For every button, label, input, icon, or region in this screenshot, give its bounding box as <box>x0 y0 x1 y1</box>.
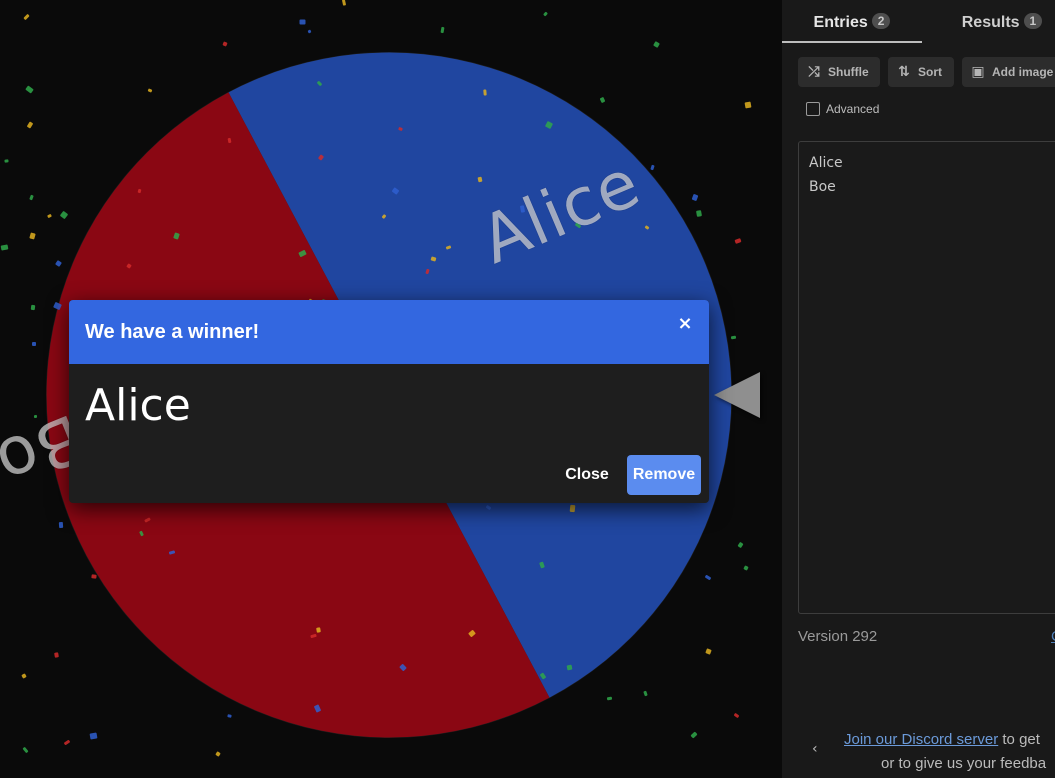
confetti-piece <box>33 414 38 419</box>
shuffle-icon: ⤮ <box>808 64 820 80</box>
tab-entries-label: Entries <box>813 14 868 31</box>
remove-button[interactable]: Remove <box>627 455 701 495</box>
image-icon: ▣ <box>971 64 985 80</box>
confetti-piece <box>566 664 573 671</box>
confetti-piece <box>91 574 97 579</box>
entries-textarea[interactable]: Alice Boe <box>798 141 1055 614</box>
entries-panel: Entries 2 Results 1 ⤮ Shuffle ⇅ Sort ▣ Add im… <box>782 0 1055 778</box>
footer-message: Join our Discord server to get <box>844 731 1040 748</box>
entry-line: Boe <box>809 179 836 195</box>
advanced-option[interactable]: Advanced <box>806 100 879 118</box>
sort-button[interactable]: ⇅ Sort <box>888 57 954 87</box>
shuffle-label: Shuffle <box>828 65 869 79</box>
advanced-checkbox[interactable] <box>806 102 820 116</box>
confetti-piece <box>569 504 576 513</box>
close-button[interactable]: Close <box>557 455 617 495</box>
changelog-link[interactable]: C <box>1051 628 1055 645</box>
footer-text-2: or to give us your feedba <box>881 755 1047 772</box>
winner-name: Alice <box>85 380 191 431</box>
confetti-piece <box>299 19 306 25</box>
confetti-piece <box>4 159 9 163</box>
footer-text-1: to get <box>998 731 1040 748</box>
winner-dialog: We have a winner! × Alice Close Remove <box>69 300 709 503</box>
confetti-piece <box>483 89 487 96</box>
sort-icon: ⇅ <box>898 64 910 80</box>
results-count-badge: 1 <box>1023 13 1043 29</box>
advanced-label: Advanced <box>826 102 880 116</box>
confetti-piece <box>31 341 37 347</box>
confetti-piece <box>54 652 59 658</box>
dialog-header: We have a winner! × <box>69 300 709 364</box>
version-text: Version 292 <box>798 628 878 645</box>
add-image-label: Add image <box>992 65 1054 79</box>
sort-label: Sort <box>918 65 942 79</box>
confetti-piece <box>58 521 64 529</box>
confetti-piece <box>227 714 232 718</box>
dialog-title: We have a winner! <box>85 321 260 343</box>
add-image-button[interactable]: ▣ Add image <box>962 57 1055 87</box>
wheel-pointer-icon <box>714 372 760 418</box>
confetti-piece <box>696 210 702 217</box>
tab-entries[interactable]: Entries 2 <box>782 0 922 43</box>
wheel-stage: Alice Boe We have a winner! × Alice Clos… <box>0 0 782 778</box>
confetti-piece <box>30 304 36 311</box>
shuffle-button[interactable]: ⤮ Shuffle <box>798 57 880 87</box>
entry-line: Alice <box>809 155 843 171</box>
confetti-piece <box>89 732 98 740</box>
confetti-piece <box>477 176 483 183</box>
tab-results[interactable]: Results 1 <box>932 0 1055 41</box>
discord-link[interactable]: Join our Discord server <box>844 731 998 748</box>
tab-results-label: Results <box>961 14 1020 31</box>
chevron-left-icon[interactable]: ‹ <box>812 741 818 757</box>
close-icon[interactable]: × <box>675 314 695 334</box>
confetti-piece <box>316 627 321 633</box>
entries-count-badge: 2 <box>871 13 891 29</box>
confetti-piece <box>744 101 752 109</box>
